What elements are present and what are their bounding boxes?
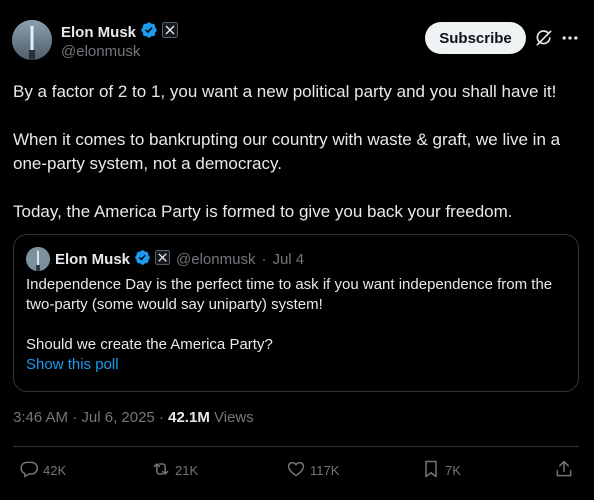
views-count: 42.1M	[168, 409, 210, 426]
like-button[interactable]: 117K	[286, 458, 339, 482]
repost-icon	[151, 459, 171, 482]
tweet-time[interactable]: 3:46 AM	[13, 409, 68, 426]
x-logo-icon	[162, 21, 179, 43]
quoted-tweet[interactable]: Elon Musk @elonmusk · Jul 4 Independence…	[13, 234, 579, 392]
quoted-author-handle: @elonmusk	[176, 250, 256, 268]
share-icon	[554, 459, 574, 482]
verified-badge-icon	[140, 21, 158, 44]
author-avatar[interactable]	[12, 20, 52, 60]
divider	[13, 446, 579, 447]
tweet-date[interactable]: Jul 6, 2025	[81, 409, 154, 426]
reply-count: 42K	[43, 462, 67, 478]
action-bar: 42K 21K 117K 7K	[0, 458, 594, 482]
quoted-date: Jul 4	[272, 250, 305, 268]
show-poll-link[interactable]: Show this poll	[26, 355, 119, 375]
tweet-paragraph: Today, the America Party is formed to gi…	[13, 202, 513, 221]
author-name[interactable]: Elon Musk	[61, 24, 136, 41]
tweet-meta: 3:46 AM · Jul 6, 2025 · 42.1M Views	[13, 409, 254, 426]
reply-button[interactable]: 42K	[19, 458, 66, 482]
share-button[interactable]	[554, 458, 574, 482]
reply-icon	[19, 459, 39, 482]
more-icon[interactable]	[560, 28, 580, 48]
tweet-paragraph: When it comes to bankrupting our country…	[13, 130, 561, 173]
tweet-body: By a factor of 2 to 1, you want a new po…	[13, 80, 583, 224]
quoted-author-name: Elon Musk	[55, 250, 131, 268]
verified-badge-icon	[134, 249, 151, 270]
dot-separator: ·	[72, 409, 78, 426]
tweet-header: Elon Musk @elonmusk Subscribe	[12, 20, 582, 64]
author-handle[interactable]: @elonmusk	[61, 43, 140, 60]
bookmark-button[interactable]: 7K	[421, 458, 461, 482]
dot-separator: ·	[261, 250, 267, 268]
quoted-paragraph: Should we create the America Party?	[26, 336, 273, 353]
subscribe-button[interactable]: Subscribe	[425, 22, 526, 54]
bookmark-count: 7K	[445, 462, 461, 478]
like-count: 117K	[310, 462, 340, 478]
quoted-author-avatar	[26, 247, 50, 271]
views-label: Views	[214, 409, 254, 426]
bookmark-icon	[421, 459, 441, 482]
tweet-paragraph: By a factor of 2 to 1, you want a new po…	[13, 82, 557, 101]
dot-separator: ·	[158, 409, 164, 426]
repost-count: 21K	[175, 462, 199, 478]
repost-button[interactable]: 21K	[151, 458, 198, 482]
x-logo-icon	[155, 249, 171, 269]
grok-icon[interactable]	[534, 28, 554, 48]
heart-icon	[286, 459, 306, 482]
quoted-paragraph: Independence Day is the perfect time to …	[26, 276, 553, 313]
